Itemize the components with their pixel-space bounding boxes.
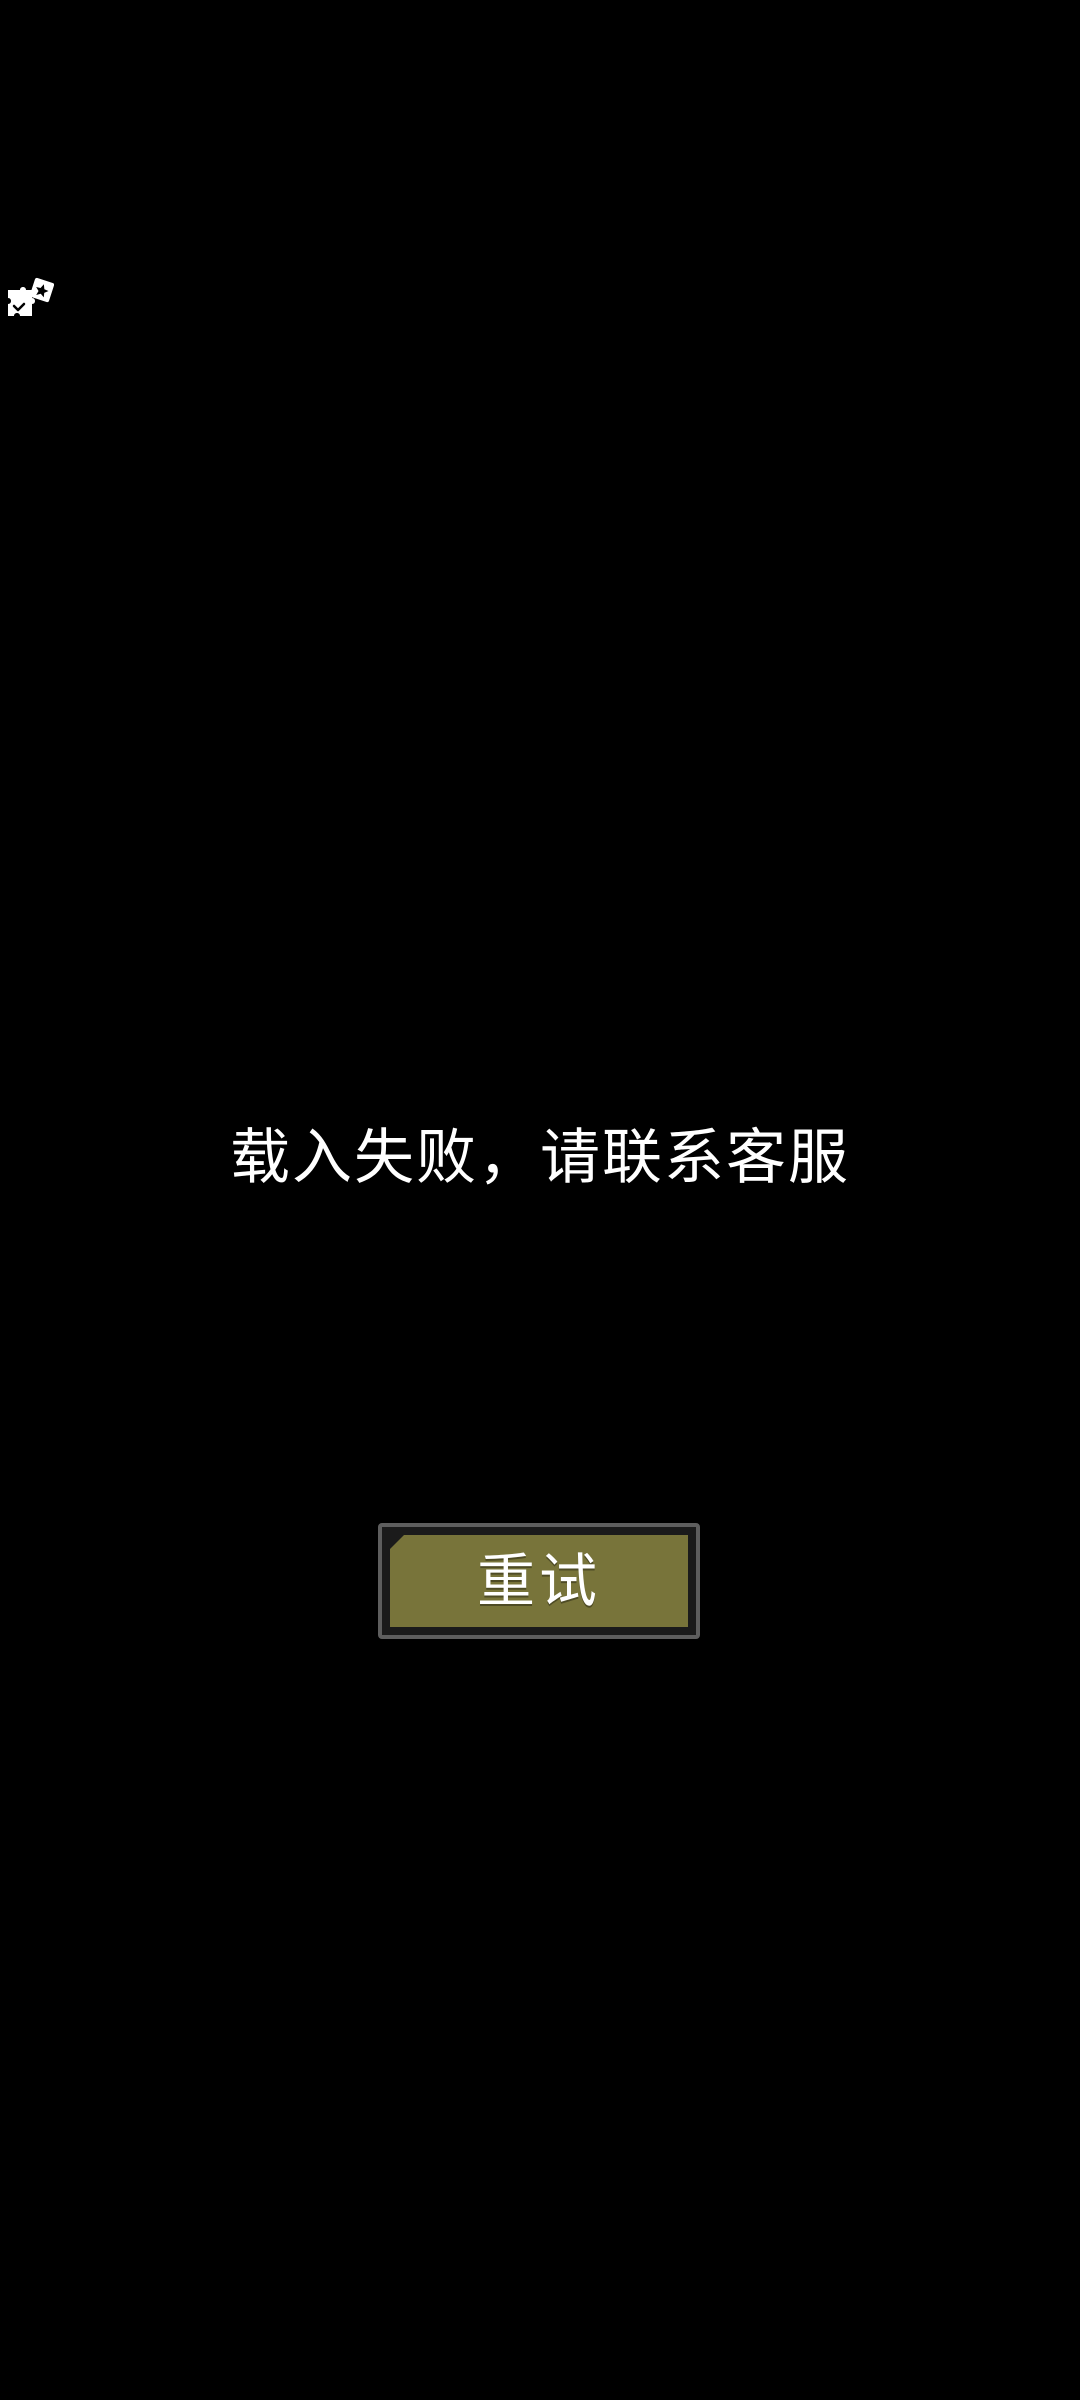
retry-button-label: 重试 (476, 1547, 601, 1615)
load-failed-message: 载入失败，请联系客服 (230, 1123, 850, 1193)
retry-button-face[interactable]: 重试 (390, 1535, 688, 1627)
puzzle-piece-icon[interactable] (6, 276, 54, 324)
loading-error-screen: 载入失败，请联系客服 重试 (0, 0, 1080, 2400)
retry-button[interactable]: 重试 (378, 1523, 700, 1639)
